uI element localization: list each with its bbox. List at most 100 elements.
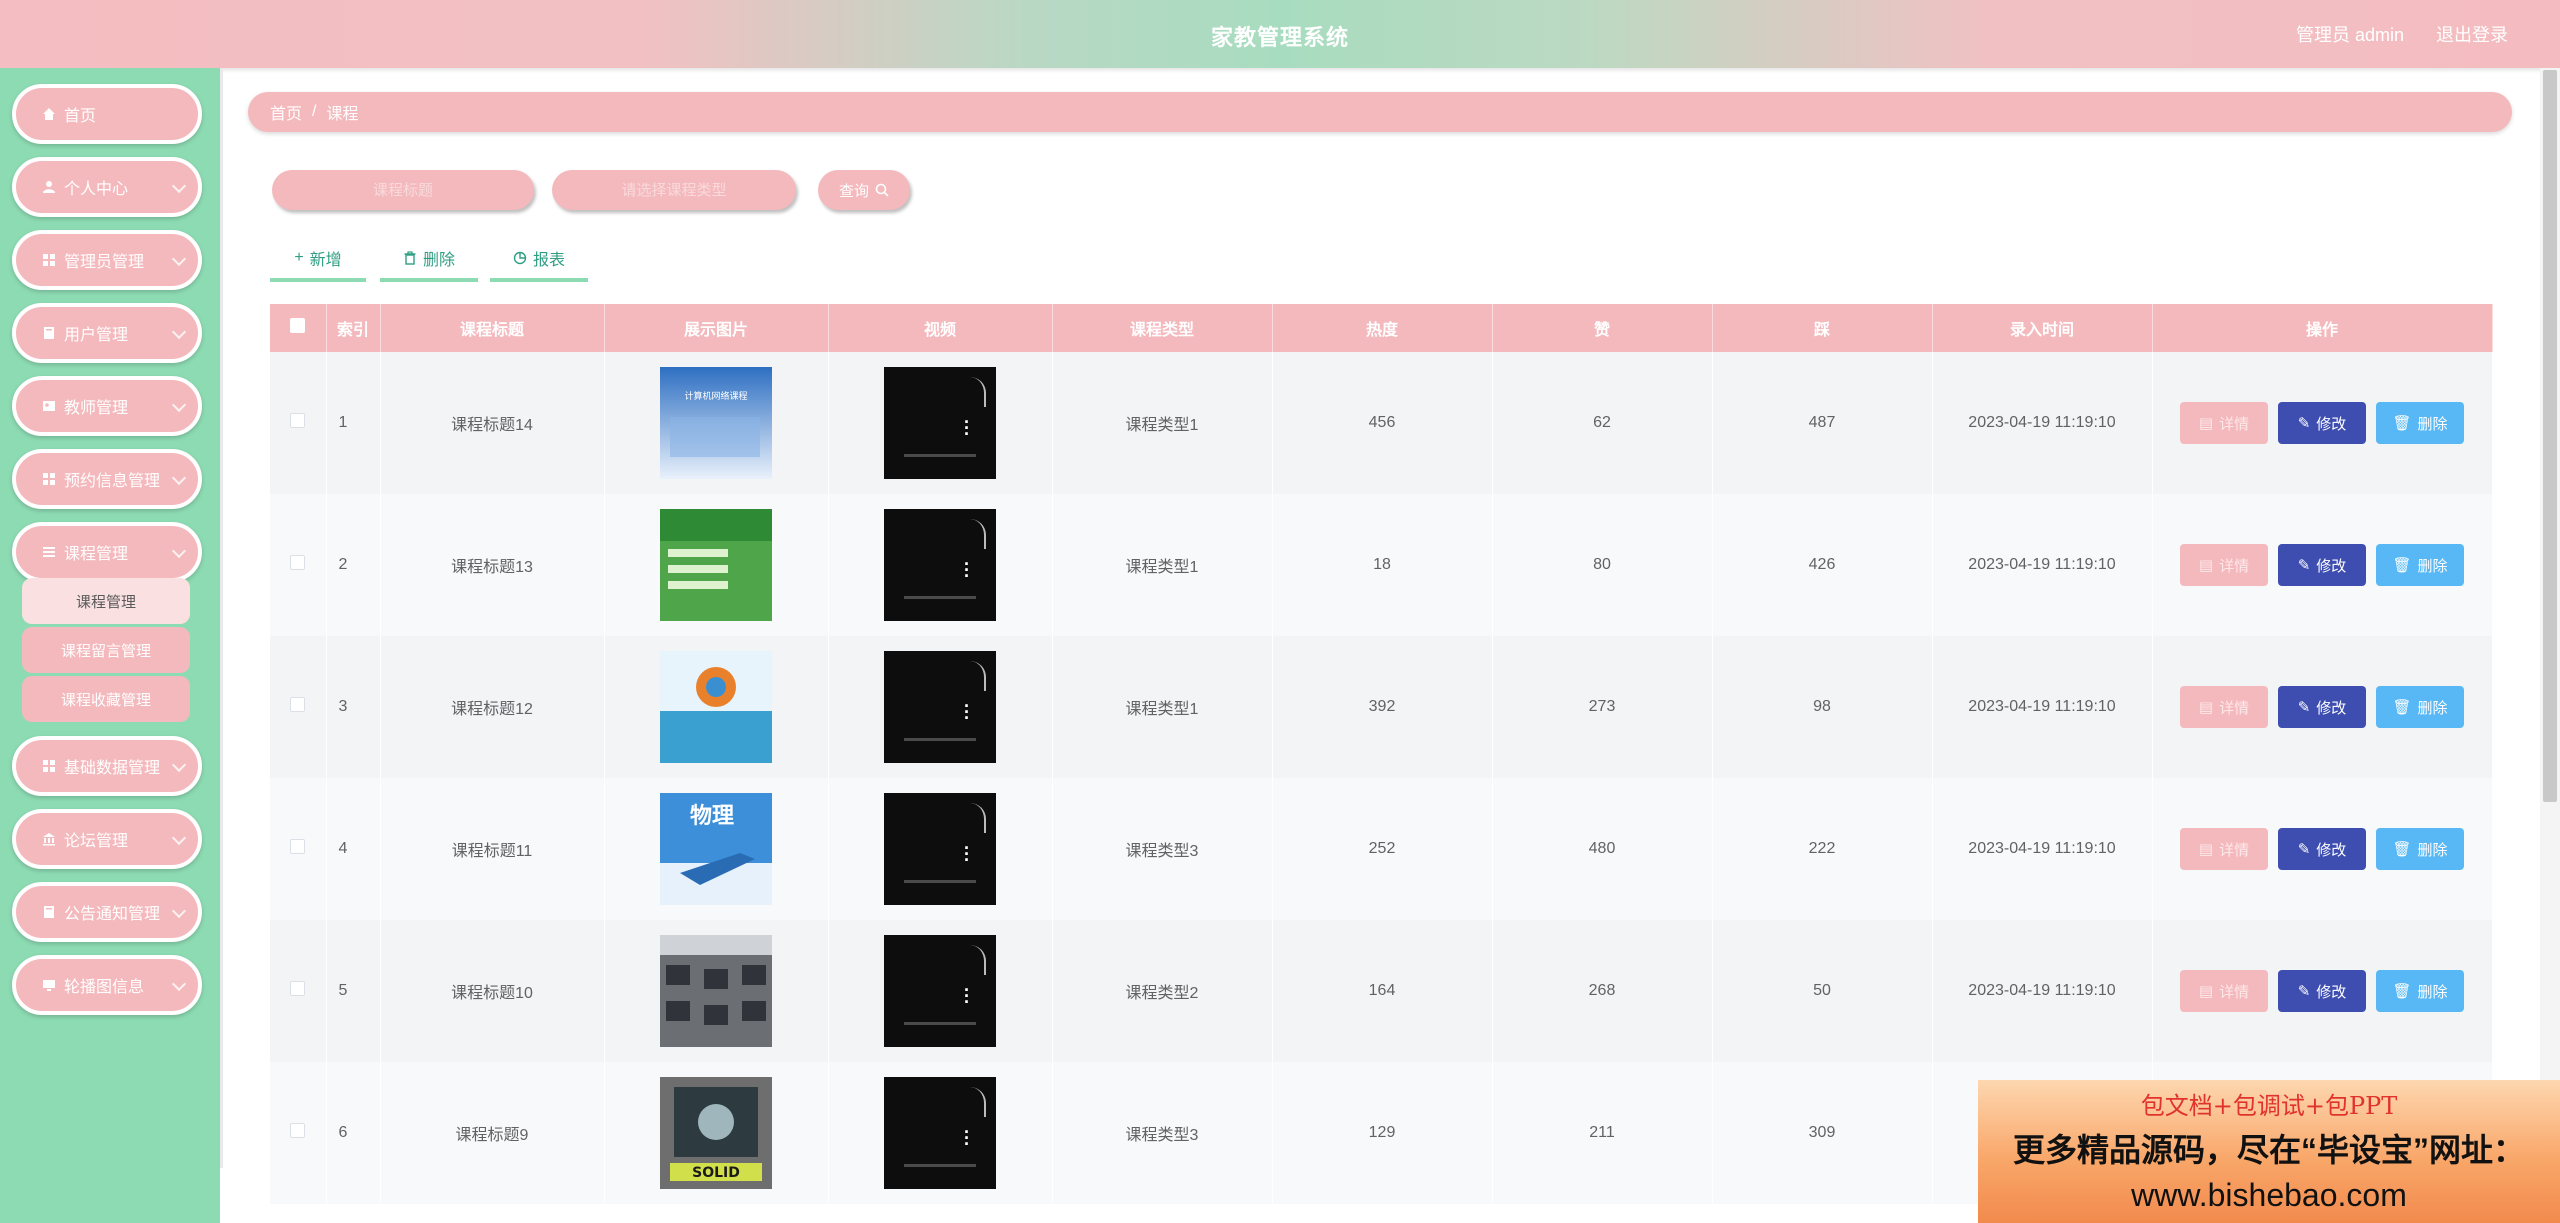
delete-button[interactable]: 🗑 删除	[2376, 686, 2464, 728]
row-select-cell[interactable]	[270, 1062, 327, 1204]
sidebar-item-bookings[interactable]: 预约信息管理	[12, 449, 202, 509]
row-select-cell[interactable]	[270, 352, 327, 494]
sidebar-item-forum[interactable]: 论坛管理	[12, 809, 202, 869]
video-player[interactable]: · · ·	[884, 1077, 996, 1189]
video-player[interactable]: · · ·	[884, 509, 996, 621]
more-options-icon[interactable]: · · ·	[964, 413, 970, 443]
breadcrumb-home[interactable]: 首页	[270, 100, 302, 124]
row-select-cell[interactable]	[270, 778, 327, 920]
row-index: 2	[326, 494, 381, 636]
more-options-icon[interactable]: · · ·	[964, 1123, 970, 1153]
row-index: 4	[326, 778, 381, 920]
course-image-cell: 物理	[604, 778, 829, 920]
sidebar-item-courses[interactable]: 课程管理	[12, 522, 202, 582]
sidebar-item-carousel[interactable]: 轮播图信息	[12, 955, 202, 1015]
batch-delete-button[interactable]: 删除	[380, 238, 478, 282]
trash-icon: 🗑	[2392, 415, 2412, 432]
row-select-cell[interactable]	[270, 636, 327, 778]
ad-line-2: 更多精品源码，尽在“毕设宝”网址：	[2012, 1132, 2525, 1168]
scrollbar-thumb[interactable]	[2543, 70, 2557, 802]
sidebar-item-teachers[interactable]: 教师管理	[12, 376, 202, 436]
sidebar-item-notices[interactable]: 公告通知管理	[12, 882, 202, 942]
search-button[interactable]: 查询	[818, 170, 910, 210]
chevron-down-icon	[171, 976, 187, 992]
edit-button[interactable]: ✎ 修改	[2278, 828, 2366, 870]
sidebar-item-admins[interactable]: 管理员管理	[12, 230, 202, 290]
more-options-icon[interactable]: · · ·	[964, 697, 970, 727]
submenu-course-manage[interactable]: 课程管理	[22, 578, 190, 624]
course-video-cell[interactable]: · · ·	[828, 1062, 1053, 1204]
more-options-icon[interactable]: · · ·	[964, 555, 970, 585]
video-progress-bar[interactable]	[904, 454, 976, 457]
course-title: 课程标题13	[380, 494, 605, 636]
row-checkbox[interactable]	[290, 1123, 306, 1138]
detail-button[interactable]: ▤ 详情	[2180, 686, 2268, 728]
course-video-cell[interactable]: · · ·	[828, 920, 1053, 1062]
delete-button[interactable]: 🗑 删除	[2376, 828, 2464, 870]
more-options-icon[interactable]: · · ·	[964, 981, 970, 1011]
course-up: 480	[1492, 778, 1713, 920]
home-icon	[43, 108, 55, 120]
video-player[interactable]: · · ·	[884, 935, 996, 1047]
video-progress-bar[interactable]	[904, 880, 976, 883]
course-video-cell[interactable]: · · ·	[828, 778, 1053, 920]
delete-button[interactable]: 🗑 删除	[2376, 402, 2464, 444]
user-icon	[43, 181, 55, 193]
course-time: 2023-04-19 11:19:10	[1932, 494, 2153, 636]
delete-button[interactable]: 🗑 删除	[2376, 544, 2464, 586]
report-button[interactable]: 报表	[490, 238, 588, 282]
edit-button[interactable]: ✎ 修改	[2278, 544, 2366, 586]
course-title: 课程标题10	[380, 920, 605, 1062]
course-thumbnail	[660, 509, 772, 621]
sidebar-item-basic-data[interactable]: 基础数据管理	[12, 736, 202, 796]
course-down: 426	[1712, 494, 1933, 636]
video-progress-bar[interactable]	[904, 596, 976, 599]
row-select-cell[interactable]	[270, 920, 327, 1062]
pencil-icon: ✎	[2297, 415, 2311, 432]
sidebar-item-users[interactable]: 用户管理	[12, 303, 202, 363]
delete-button[interactable]: 🗑 删除	[2376, 970, 2464, 1012]
course-type: 课程类型1	[1052, 494, 1273, 636]
detail-button[interactable]: ▤ 详情	[2180, 402, 2268, 444]
course-title-search-input[interactable]	[272, 170, 534, 210]
course-type-select[interactable]	[552, 170, 796, 210]
sidebar-item-home[interactable]: 首页	[12, 84, 202, 144]
row-checkbox[interactable]	[290, 555, 306, 570]
edit-button[interactable]: ✎ 修改	[2278, 686, 2366, 728]
video-player[interactable]: · · ·	[884, 367, 996, 479]
row-checkbox[interactable]	[290, 839, 306, 854]
detail-button[interactable]: ▤ 详情	[2180, 544, 2268, 586]
video-progress-bar[interactable]	[904, 738, 976, 741]
add-button[interactable]: + 新增	[270, 238, 366, 282]
video-player[interactable]: · · ·	[884, 651, 996, 763]
detail-button[interactable]: ▤ 详情	[2180, 970, 2268, 1012]
video-progress-bar[interactable]	[904, 1164, 976, 1167]
table-row: 4 课程标题11 物理 · · · 课程类型3 252 480 222 2023-04-19 11:…	[270, 778, 2493, 920]
detail-button[interactable]: ▤ 详情	[2180, 828, 2268, 870]
logout-link[interactable]: 退出登录	[2436, 21, 2508, 47]
row-select-cell[interactable]	[270, 494, 327, 636]
sidebar-item-label: 教师管理	[64, 400, 129, 417]
more-options-icon[interactable]: · · ·	[964, 839, 970, 869]
document-icon: ▤	[2198, 841, 2214, 858]
course-video-cell[interactable]: · · ·	[828, 494, 1053, 636]
course-title: 课程标题14	[380, 352, 605, 494]
edit-button[interactable]: ✎ 修改	[2278, 402, 2366, 444]
edit-button[interactable]: ✎ 修改	[2278, 970, 2366, 1012]
grid-icon	[43, 254, 55, 266]
submenu-course-favorites[interactable]: 课程收藏管理	[22, 676, 190, 722]
select-all-cell[interactable]	[270, 304, 327, 352]
select-all-checkbox[interactable]	[290, 318, 306, 333]
row-checkbox[interactable]	[290, 981, 306, 996]
row-checkbox[interactable]	[290, 697, 306, 712]
video-progress-bar[interactable]	[904, 1022, 976, 1025]
sidebar-item-profile[interactable]: 个人中心	[12, 157, 202, 217]
video-player[interactable]: · · ·	[884, 793, 996, 905]
course-video-cell[interactable]: · · ·	[828, 352, 1053, 494]
sidebar-item-label: 课程管理	[64, 546, 129, 563]
system-title: 家教管理系统	[1210, 25, 1349, 50]
submenu-course-comments[interactable]: 课程留言管理	[22, 627, 190, 673]
pencil-icon: ✎	[2297, 841, 2311, 858]
row-checkbox[interactable]	[290, 413, 306, 428]
course-video-cell[interactable]: · · ·	[828, 636, 1053, 778]
